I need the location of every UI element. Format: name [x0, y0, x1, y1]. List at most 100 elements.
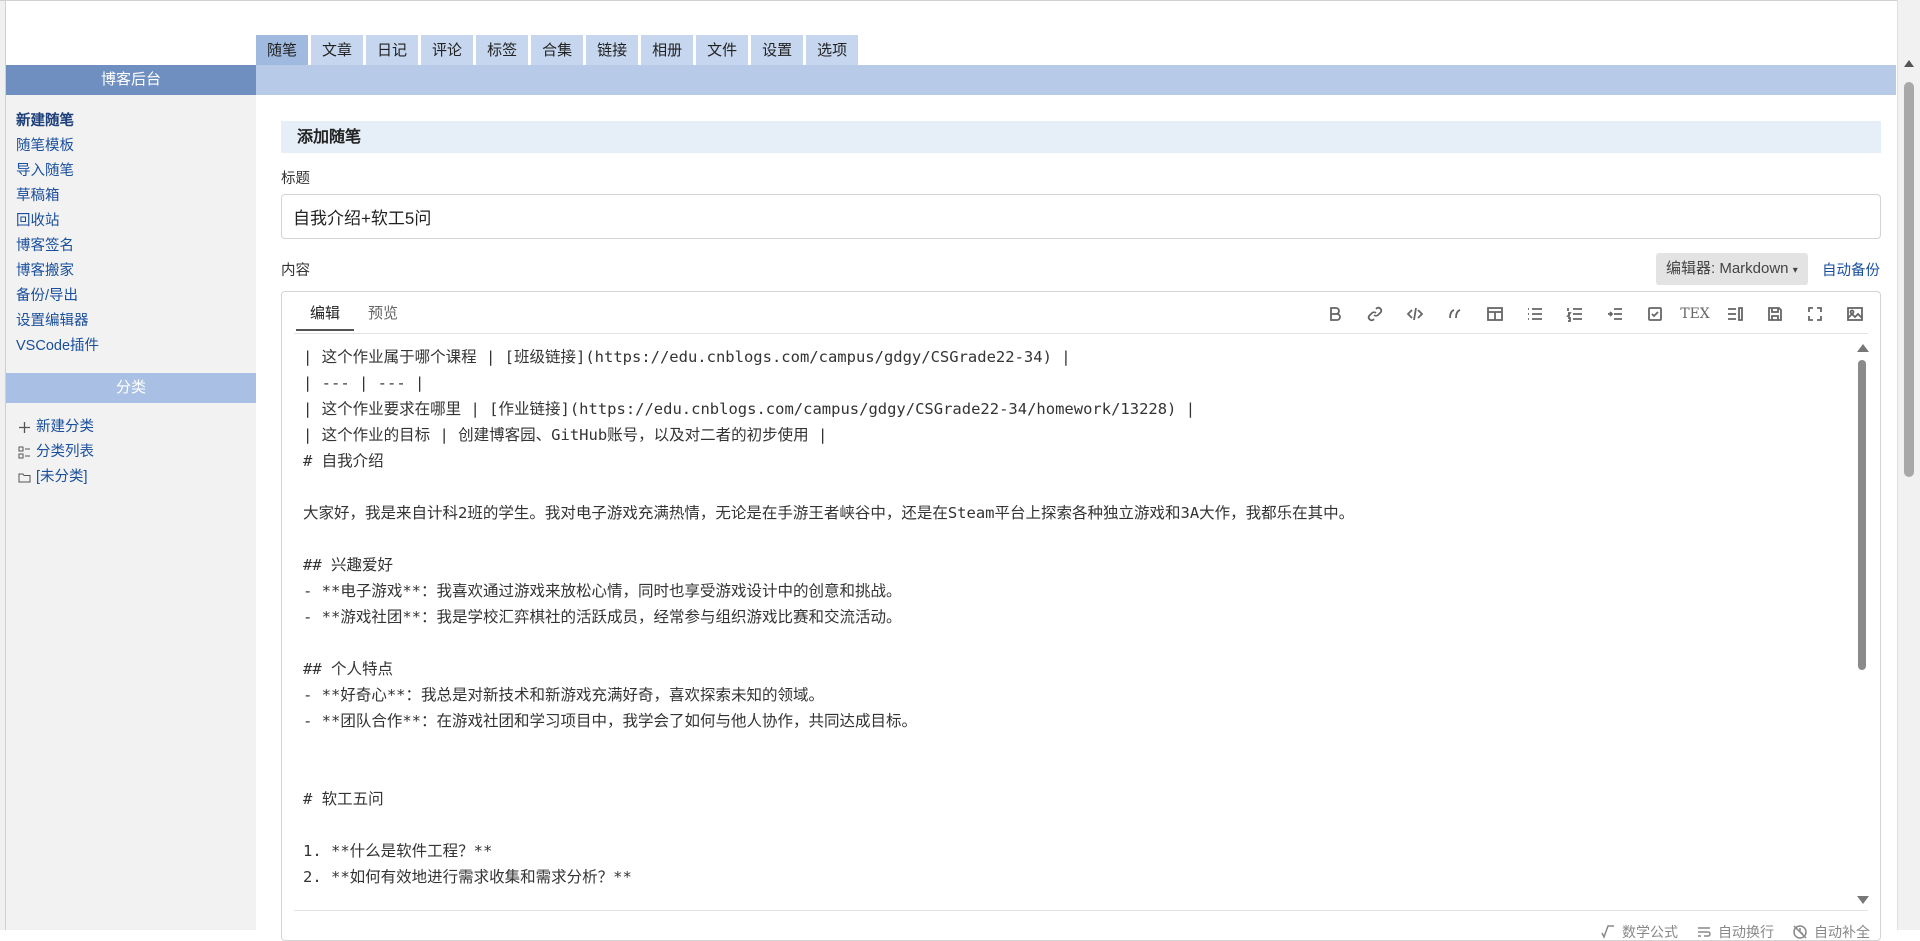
code-line: - **电子游戏**：我喜欢通过游戏来放松心情，同时也享受游戏设计中的创意和挑战… — [303, 582, 902, 600]
editor-scroll-thumb[interactable] — [1858, 360, 1866, 670]
top-tab[interactable]: 标签 — [476, 35, 529, 65]
editor-select-dropdown[interactable]: 编辑器: Markdown ▾ — [1656, 253, 1808, 285]
sidebar-link[interactable]: VSCode插件 — [16, 334, 256, 359]
unordered-list-icon[interactable] — [1520, 302, 1550, 326]
content-label: 内容 — [281, 263, 310, 279]
sidebar-link[interactable]: 备份/导出 — [16, 284, 256, 309]
top-tab[interactable]: 评论 — [421, 35, 474, 65]
code-line: ## 兴趣爱好 — [303, 556, 393, 574]
auto-backup-link[interactable]: 自动备份 — [1822, 259, 1880, 280]
bold-icon[interactable] — [1320, 302, 1350, 326]
checkbox-icon[interactable] — [1640, 302, 1670, 326]
caret-down-icon: ▾ — [1792, 265, 1798, 276]
code-line: 2. **如何有效地进行需求收集和需求分析？** — [303, 868, 632, 886]
section-title: 添加随笔 — [281, 121, 1881, 153]
category-link[interactable]: 分类列表 — [18, 440, 256, 465]
top-tab[interactable]: 相册 — [641, 35, 694, 65]
sidebar-link[interactable]: 回收站 — [16, 209, 256, 234]
window-top-edge — [0, 0, 1920, 1]
page-scroll-up-arrow-icon[interactable] — [1904, 60, 1914, 67]
top-tab[interactable]: 文章 — [311, 35, 364, 65]
editor-tabs: 编辑 预览 — [296, 299, 412, 331]
top-tab[interactable]: 合集 — [531, 35, 584, 65]
page-scrollbar[interactable] — [1897, 0, 1920, 930]
fullscreen-icon[interactable] — [1800, 302, 1830, 326]
toolbar-divider — [294, 333, 1868, 334]
page-scroll-thumb[interactable] — [1904, 82, 1914, 477]
quote-icon[interactable] — [1440, 302, 1470, 326]
title-label: 标题 — [281, 171, 310, 187]
top-tab[interactable]: 设置 — [751, 35, 804, 65]
table-icon[interactable] — [1480, 302, 1510, 326]
list-icon — [18, 446, 31, 459]
category-link[interactable]: [未分类] — [18, 465, 256, 490]
sidebar-link[interactable]: 新建随笔 — [16, 109, 256, 134]
tex-icon[interactable]: TEX — [1680, 302, 1710, 326]
math-label: 数学公式 — [1622, 924, 1678, 940]
top-tab[interactable]: 随笔 — [256, 35, 309, 65]
code-line: # 软工五问 — [303, 790, 384, 808]
wrap-icon — [1698, 927, 1711, 937]
autocomplete-toggle[interactable]: 自动补全 — [1792, 922, 1870, 940]
editor-status-bar: 数学公式 自动换行 自动补全 — [1600, 922, 1870, 940]
category-header: 分类 — [6, 373, 256, 403]
image-icon[interactable] — [1840, 302, 1870, 326]
title-input[interactable] — [281, 194, 1881, 239]
word-wrap-toggle[interactable]: 自动换行 — [1696, 922, 1774, 940]
sidebar-header: 博客后台 — [6, 65, 256, 95]
sidebar-link[interactable]: 博客签名 — [16, 234, 256, 259]
top-tab[interactable]: 文件 — [696, 35, 749, 65]
code-line: | --- | --- | — [303, 374, 425, 392]
editor-scrollbar[interactable] — [1856, 344, 1869, 904]
top-tab[interactable]: 选项 — [806, 35, 859, 65]
plus-icon — [18, 421, 31, 434]
top-tab[interactable]: 链接 — [586, 35, 639, 65]
code-line: # 自我介绍 — [303, 452, 384, 470]
sidebar-link[interactable]: 草稿箱 — [16, 184, 256, 209]
code-line: ## 个人特点 — [303, 660, 393, 678]
code-line: - **好奇心**：我总是对新技术和新游戏充满好奇，喜欢探索未知的领域。 — [303, 686, 824, 704]
sidebar-links: 新建随笔 随笔模板 导入随笔 草稿箱 回收站 博客签名 博客搬家 备份/导出 设置编辑器 VSCo… — [6, 95, 256, 359]
code-icon[interactable] — [1400, 302, 1430, 326]
category-link-label: [未分类] — [36, 469, 88, 485]
ordered-list-icon[interactable] — [1560, 302, 1590, 326]
tab-preview[interactable]: 预览 — [354, 299, 412, 329]
link-icon[interactable] — [1360, 302, 1390, 326]
code-line: 大家好，我是来自计科2班的学生。我对电子游戏充满热情，无论是在手游王者峡谷中，还… — [303, 504, 1355, 522]
scroll-down-arrow-icon[interactable] — [1857, 896, 1869, 904]
code-line: 1. **什么是软件工程？** — [303, 842, 493, 860]
markdown-text-area[interactable]: | 这个作业属于哪个课程 | [班级链接](https://edu.cnblog… — [303, 344, 1843, 904]
scroll-up-arrow-icon[interactable] — [1857, 344, 1869, 352]
code-line: - **团队合作**：在游戏社团和学习项目中，我学会了如何与他人协作，共同达成目… — [303, 712, 917, 730]
autocomplete-icon — [1793, 925, 1807, 939]
save-icon[interactable] — [1760, 302, 1790, 326]
code-line: - **游戏社团**：我是学校汇弈棋社的活跃成员，经常参与组织游戏比赛和交流活动… — [303, 608, 902, 626]
status-divider — [294, 910, 1868, 911]
folder-icon — [18, 471, 31, 484]
sidebar: 博客后台 新建随笔 随笔模板 导入随笔 草稿箱 回收站 博客签名 博客搬家 备份/导出 设置编辑… — [6, 65, 256, 930]
code-line: | 这个作业要求在哪里 | [作业链接](https://edu.cnblogs… — [303, 400, 1196, 418]
code-line: | 这个作业属于哪个课程 | [班级链接](https://edu.cnblog… — [303, 348, 1071, 366]
category-link[interactable]: 新建分类 — [18, 415, 256, 440]
sidebar-link[interactable]: 博客搬家 — [16, 259, 256, 284]
sidebar-link[interactable]: 导入随笔 — [16, 159, 256, 184]
formula-icon — [1601, 925, 1614, 939]
sidebar-link[interactable]: 随笔模板 — [16, 134, 256, 159]
toc-icon[interactable] — [1720, 302, 1750, 326]
code-line: | 这个作业的目标 | 创建博客园、GitHub账号，以及对二者的初步使用 | — [303, 426, 828, 444]
sidebar-link[interactable]: 设置编辑器 — [16, 309, 256, 334]
editor-select-label: 编辑器: Markdown — [1666, 260, 1789, 277]
indent-icon[interactable] — [1600, 302, 1630, 326]
tab-edit[interactable]: 编辑 — [296, 299, 355, 331]
math-toggle[interactable]: 数学公式 — [1600, 922, 1678, 940]
wrap-label: 自动换行 — [1718, 924, 1774, 940]
nav-band — [256, 65, 1896, 95]
top-tab[interactable]: 日记 — [366, 35, 419, 65]
category-link-label: 分类列表 — [36, 444, 94, 460]
category-links: 新建分类分类列表 [未分类] — [6, 403, 256, 490]
